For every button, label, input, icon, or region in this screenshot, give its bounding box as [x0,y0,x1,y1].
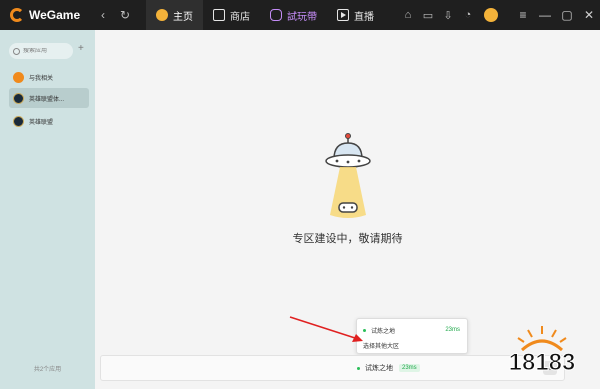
tab-label: 商店 [230,11,250,23]
gamepad-icon [270,9,282,21]
ufo-illustration [325,133,371,218]
folder-icon[interactable]: ▭ [418,9,438,22]
refresh-button[interactable]: ↻ [116,8,134,22]
add-app-button[interactable]: + [78,43,84,54]
lol-icon [13,115,24,127]
main-tabs: 主页 商店 試玩帶 直播 [146,0,384,30]
back-button[interactable]: ‹ [94,8,112,22]
sidebar-item-lol[interactable]: 英雄联盟 [9,111,89,131]
server-ping: 23ms [399,364,420,372]
tab-label: 試玩帶 [287,11,317,23]
home-icon [156,9,168,21]
tab-shop[interactable]: 商店 [203,0,260,30]
watermark-text: 18183 [509,349,576,376]
sidebar-item-label: 英雄联盟体... [29,96,65,103]
sidebar: + 与我相关 英雄联盟体... 英雄联盟 共2个应用 [0,30,95,389]
search-icon [13,47,20,55]
tab-home[interactable]: 主页 [146,0,203,30]
sidebar-item-label: 英雄联盟 [29,119,54,126]
shop-bag-icon [213,9,225,21]
server-dropdown-menu: 试炼之地 23ms 选择其他大区 [356,318,468,354]
empty-state-message: 专区建设中，敬请期待 [292,233,403,245]
server-option-other[interactable]: 选择其他大区 [363,338,463,352]
wegame-logo-icon [10,8,24,22]
title-tools: ⌂ ▭ ⇩ ◔ ≡ — ▢ ✕ [398,0,600,30]
watermark-logo: 18183 [508,326,576,377]
related-icon [13,71,24,83]
status-dot [363,328,366,332]
server-name: 试炼之地 [365,365,393,372]
tab-label: 直播 [354,11,374,23]
server-option-current[interactable]: 试炼之地 23ms [363,323,463,337]
tab-trial[interactable]: 試玩帶 [260,0,327,30]
app-count: 共2个应用 [33,367,62,373]
download-icon[interactable]: ⇩ [438,9,458,22]
sidebar-search [9,43,73,59]
tab-live[interactable]: 直播 [327,0,384,30]
server-option-ping: 23ms [445,327,460,333]
tab-label: 主页 [173,11,193,23]
minimize-button[interactable]: — [534,8,556,22]
app-title: WeGame [29,8,81,22]
sidebar-item-label: 与我相关 [29,75,54,82]
user-avatar[interactable] [484,8,498,22]
server-selector[interactable]: 试炼之地 23ms [357,356,420,380]
sidebar-item-related[interactable]: 与我相关 [9,67,89,87]
sidebar-item-lol-experience[interactable]: 英雄联盟体... [9,88,89,108]
maximize-button[interactable]: ▢ [556,8,578,22]
status-dot [357,366,360,370]
live-play-icon [337,9,349,21]
search-input[interactable] [23,48,71,54]
shirt-icon[interactable]: ⌂ [398,9,418,21]
bell-icon[interactable]: ◔ [458,9,478,21]
title-bar: WeGame ‹ ↻ 主页 商店 試玩帶 直播 ⌂ ▭ ⇩ ◔ ≡ — ▢ ✕ [0,0,600,30]
lol-icon [13,92,24,104]
server-option-name: 选择其他大区 [363,343,400,350]
app-logo[interactable]: WeGame [10,8,90,22]
server-option-name: 试炼之地 [371,328,396,335]
close-button[interactable]: ✕ [578,8,600,22]
menu-button[interactable]: ≡ [512,8,534,22]
